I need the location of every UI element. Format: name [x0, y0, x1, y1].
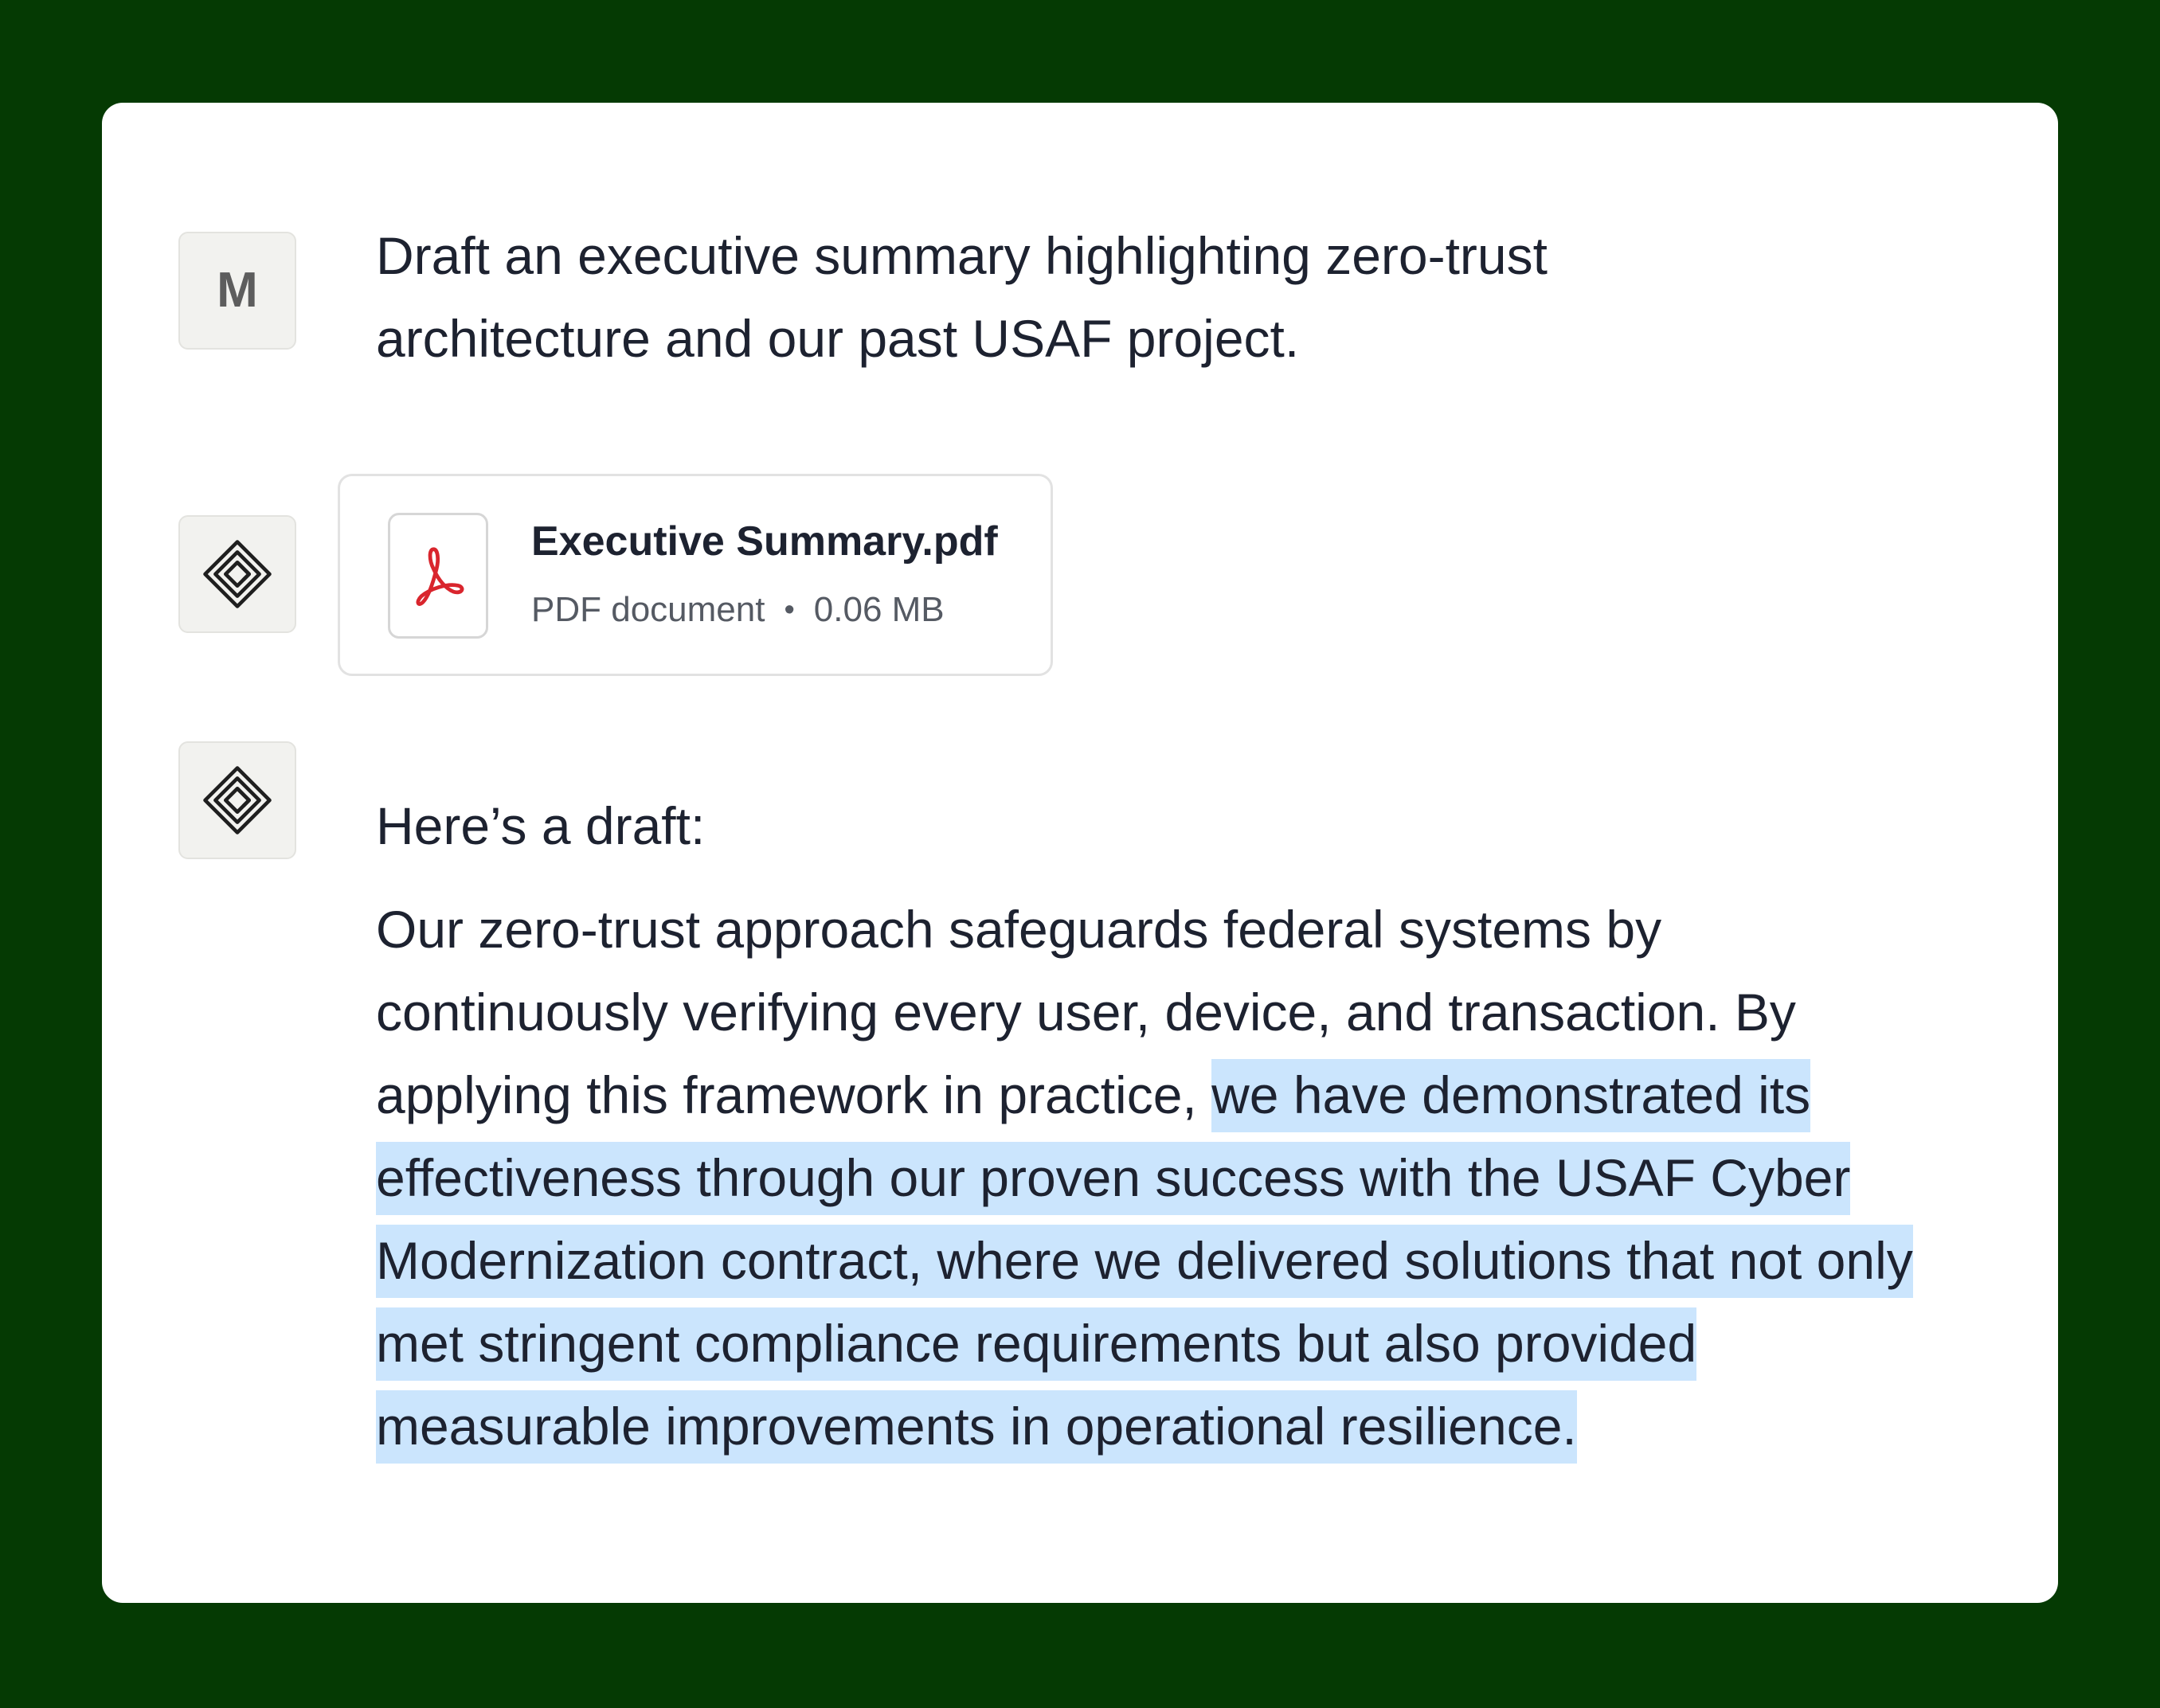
chat-card: M Draft an executive summary highlightin…: [102, 103, 2058, 1603]
user-avatar-letter: M: [217, 263, 258, 318]
file-size: 0.06 MB: [813, 590, 945, 629]
file-attachment[interactable]: Executive Summary.pdf PDF document • 0.06 …: [338, 474, 1053, 676]
assistant-logo-icon: [203, 540, 272, 608]
user-message: Draft an executive summary highlighting …: [376, 226, 1548, 368]
file-meta: PDF document • 0.06 MB: [531, 588, 945, 632]
file-name: Executive Summary.pdf: [531, 518, 998, 565]
assistant-avatar: [178, 515, 296, 633]
meta-separator: •: [784, 593, 795, 627]
reply-intro: Here’s a draft:: [376, 796, 706, 855]
file-type: PDF document: [531, 590, 765, 629]
assistant-avatar: [178, 741, 296, 859]
user-avatar: M: [178, 232, 296, 350]
pdf-icon: [388, 513, 488, 639]
assistant-logo-icon: [203, 766, 272, 834]
reply-body: Our zero-trust approach safeguards feder…: [376, 888, 1953, 1468]
